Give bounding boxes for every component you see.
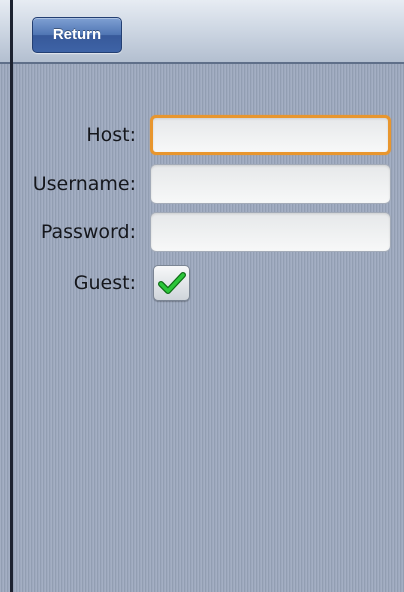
login-screen: Return Host: Username: Password: Guest: [0, 0, 404, 592]
password-label: Password: [40, 221, 136, 243]
host-row: Host: [0, 115, 404, 155]
password-input[interactable] [150, 212, 391, 252]
username-input[interactable] [150, 164, 391, 204]
window-left-border [10, 0, 13, 592]
username-row: Username: [0, 164, 404, 204]
host-input[interactable] [150, 115, 391, 155]
guest-checkbox[interactable] [153, 265, 190, 301]
password-row: Password: [0, 212, 404, 252]
return-button[interactable]: Return [32, 17, 122, 53]
checkmark-icon [158, 272, 186, 294]
guest-label: Guest: [73, 272, 136, 294]
guest-row: Guest: [0, 263, 404, 303]
username-label: Username: [32, 173, 136, 195]
host-label: Host: [86, 124, 136, 146]
top-toolbar: Return [0, 0, 404, 64]
